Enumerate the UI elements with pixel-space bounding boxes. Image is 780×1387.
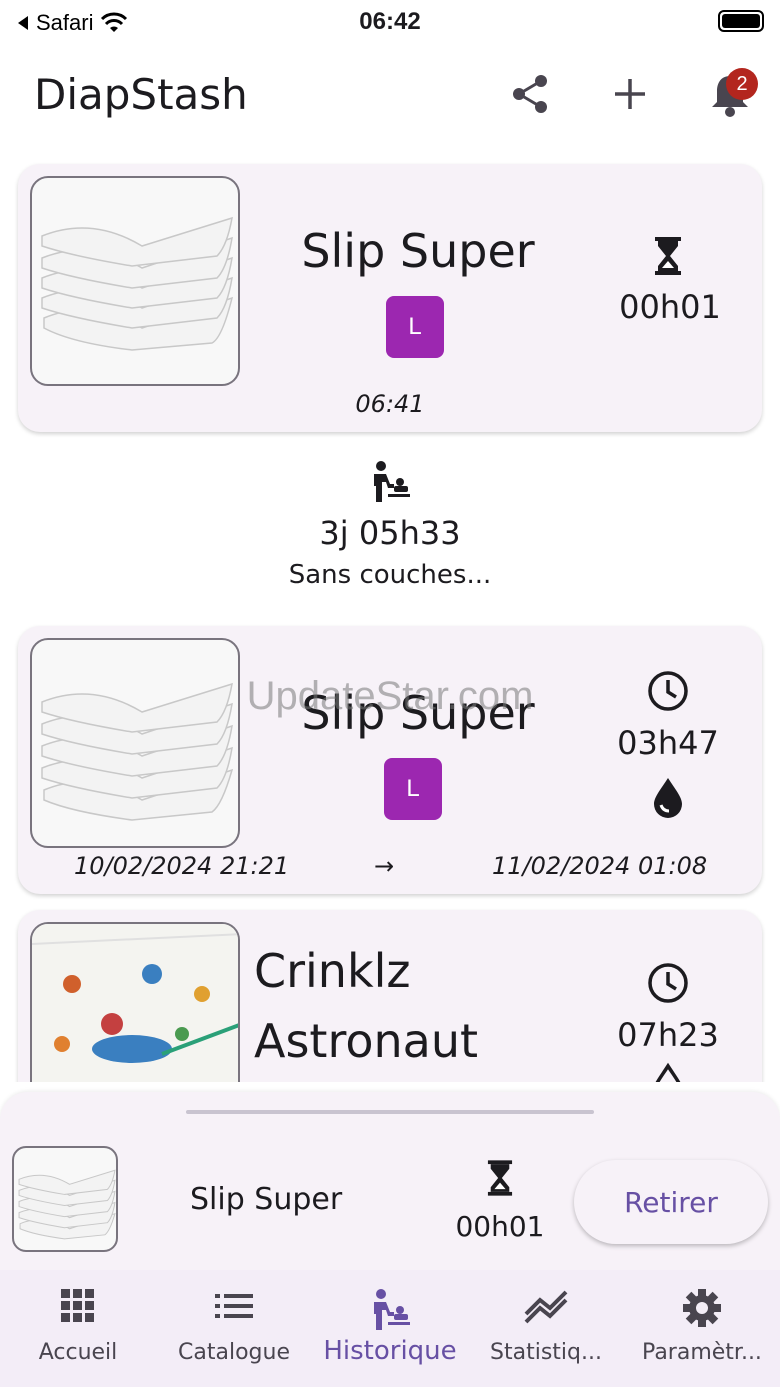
gap-duration: 3j 05h33 xyxy=(319,514,461,552)
nav-historique[interactable]: Historique xyxy=(312,1270,468,1387)
grid-icon xyxy=(0,1288,156,1324)
wear-duration: 03h47 xyxy=(617,724,719,762)
app-title: DiapStash xyxy=(34,70,248,119)
hourglass-icon xyxy=(638,236,698,276)
nav-label: Statistiq... xyxy=(490,1340,602,1365)
add-button[interactable] xyxy=(602,66,658,122)
status-bar: Safari 06:42 xyxy=(0,0,780,44)
gap-label: Sans couches... xyxy=(288,560,492,590)
no-diaper-gap: 3j 05h33 Sans couches... xyxy=(0,460,780,590)
drop-outline-icon xyxy=(638,1062,698,1082)
sheet-duration: 00h01 xyxy=(455,1210,545,1243)
diaper-name: Crinklz Astronaut xyxy=(254,944,479,1068)
diaper-image xyxy=(30,638,240,848)
gear-icon xyxy=(624,1288,780,1328)
history-card[interactable]: Crinklz Astronaut 07h23 xyxy=(18,910,762,1082)
nav-label: Accueil xyxy=(38,1340,118,1365)
nav-label: Paramètr... xyxy=(642,1340,762,1365)
changing-table-icon xyxy=(312,1288,468,1332)
history-list[interactable]: Slip Super L 00h01 06:41 3j 05h33 Sans c… xyxy=(0,144,780,1082)
changing-table-icon xyxy=(0,460,780,504)
nav-label: Historique xyxy=(323,1336,457,1366)
size-chip: L xyxy=(384,758,442,820)
size-chip: L xyxy=(386,296,444,358)
notification-badge: 2 xyxy=(726,68,758,100)
clock-icon xyxy=(638,670,698,712)
chart-icon xyxy=(468,1288,624,1324)
wear-duration: 07h23 xyxy=(617,1016,719,1054)
sheet-drag-handle[interactable] xyxy=(186,1110,594,1114)
add-icon xyxy=(615,79,645,109)
diaper-image xyxy=(30,176,240,386)
nav-catalogue[interactable]: Catalogue xyxy=(156,1270,312,1387)
sheet-diaper-image xyxy=(12,1146,118,1252)
clock-icon xyxy=(638,962,698,1004)
list-icon xyxy=(156,1288,312,1324)
diaper-name: Slip Super xyxy=(301,224,535,278)
battery-icon xyxy=(718,10,764,32)
current-diaper-sheet[interactable]: Slip Super 00h01 Retirer xyxy=(0,1092,780,1270)
notifications-button[interactable]: 2 xyxy=(702,66,758,122)
date-arrow: → xyxy=(374,852,395,880)
share-icon xyxy=(513,75,547,113)
hourglass-icon xyxy=(470,1158,530,1198)
sheet-diaper-name: Slip Super xyxy=(190,1182,343,1217)
end-date: 11/02/2024 01:08 xyxy=(492,852,708,880)
start-date: 10/02/2024 21:21 xyxy=(74,852,290,880)
nav-statistiques[interactable]: Statistiq... xyxy=(468,1270,624,1387)
current-diaper-card[interactable]: Slip Super L 00h01 06:41 xyxy=(18,164,762,432)
remove-button[interactable]: Retirer xyxy=(574,1160,768,1244)
wet-drop-icon xyxy=(638,776,698,818)
bottom-navigation: Accueil Catalogue Historique Statistiq..… xyxy=(0,1270,780,1387)
nav-label: Catalogue xyxy=(178,1340,290,1365)
wear-duration: 00h01 xyxy=(619,288,721,326)
app-bar: DiapStash 2 xyxy=(0,44,780,144)
diaper-image xyxy=(30,922,240,1082)
nav-parametres[interactable]: Paramètr... xyxy=(624,1270,780,1387)
diaper-name: Slip Super xyxy=(301,686,535,740)
history-card[interactable]: Slip Super L 03h47 10/02/2024 21:21 → 11… xyxy=(18,626,762,894)
nav-accueil[interactable]: Accueil xyxy=(0,1270,156,1387)
clock: 06:42 xyxy=(359,8,421,35)
share-button[interactable] xyxy=(502,66,558,122)
start-time: 06:41 xyxy=(355,390,425,418)
